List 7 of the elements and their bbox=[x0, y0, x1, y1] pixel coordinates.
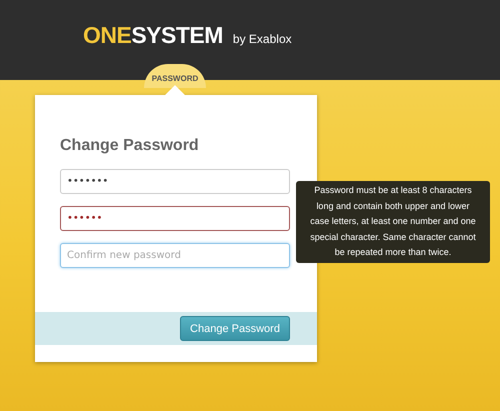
password-field[interactable]: Confirm new password bbox=[60, 243, 290, 268]
logo: ONESYSTEM bbox=[83, 24, 223, 47]
password-field[interactable]: •••••• bbox=[60, 206, 290, 231]
tooltip: Password must be at least 8 characters long and contain both upper and lower case letters, at least one number and one special character. Same character cannot be repeated more than twice. bbox=[296, 181, 490, 262]
card-title: Change Password bbox=[60, 137, 200, 155]
byline: by Exablox bbox=[232, 33, 292, 47]
password-field[interactable]: ••••••• bbox=[60, 169, 290, 194]
